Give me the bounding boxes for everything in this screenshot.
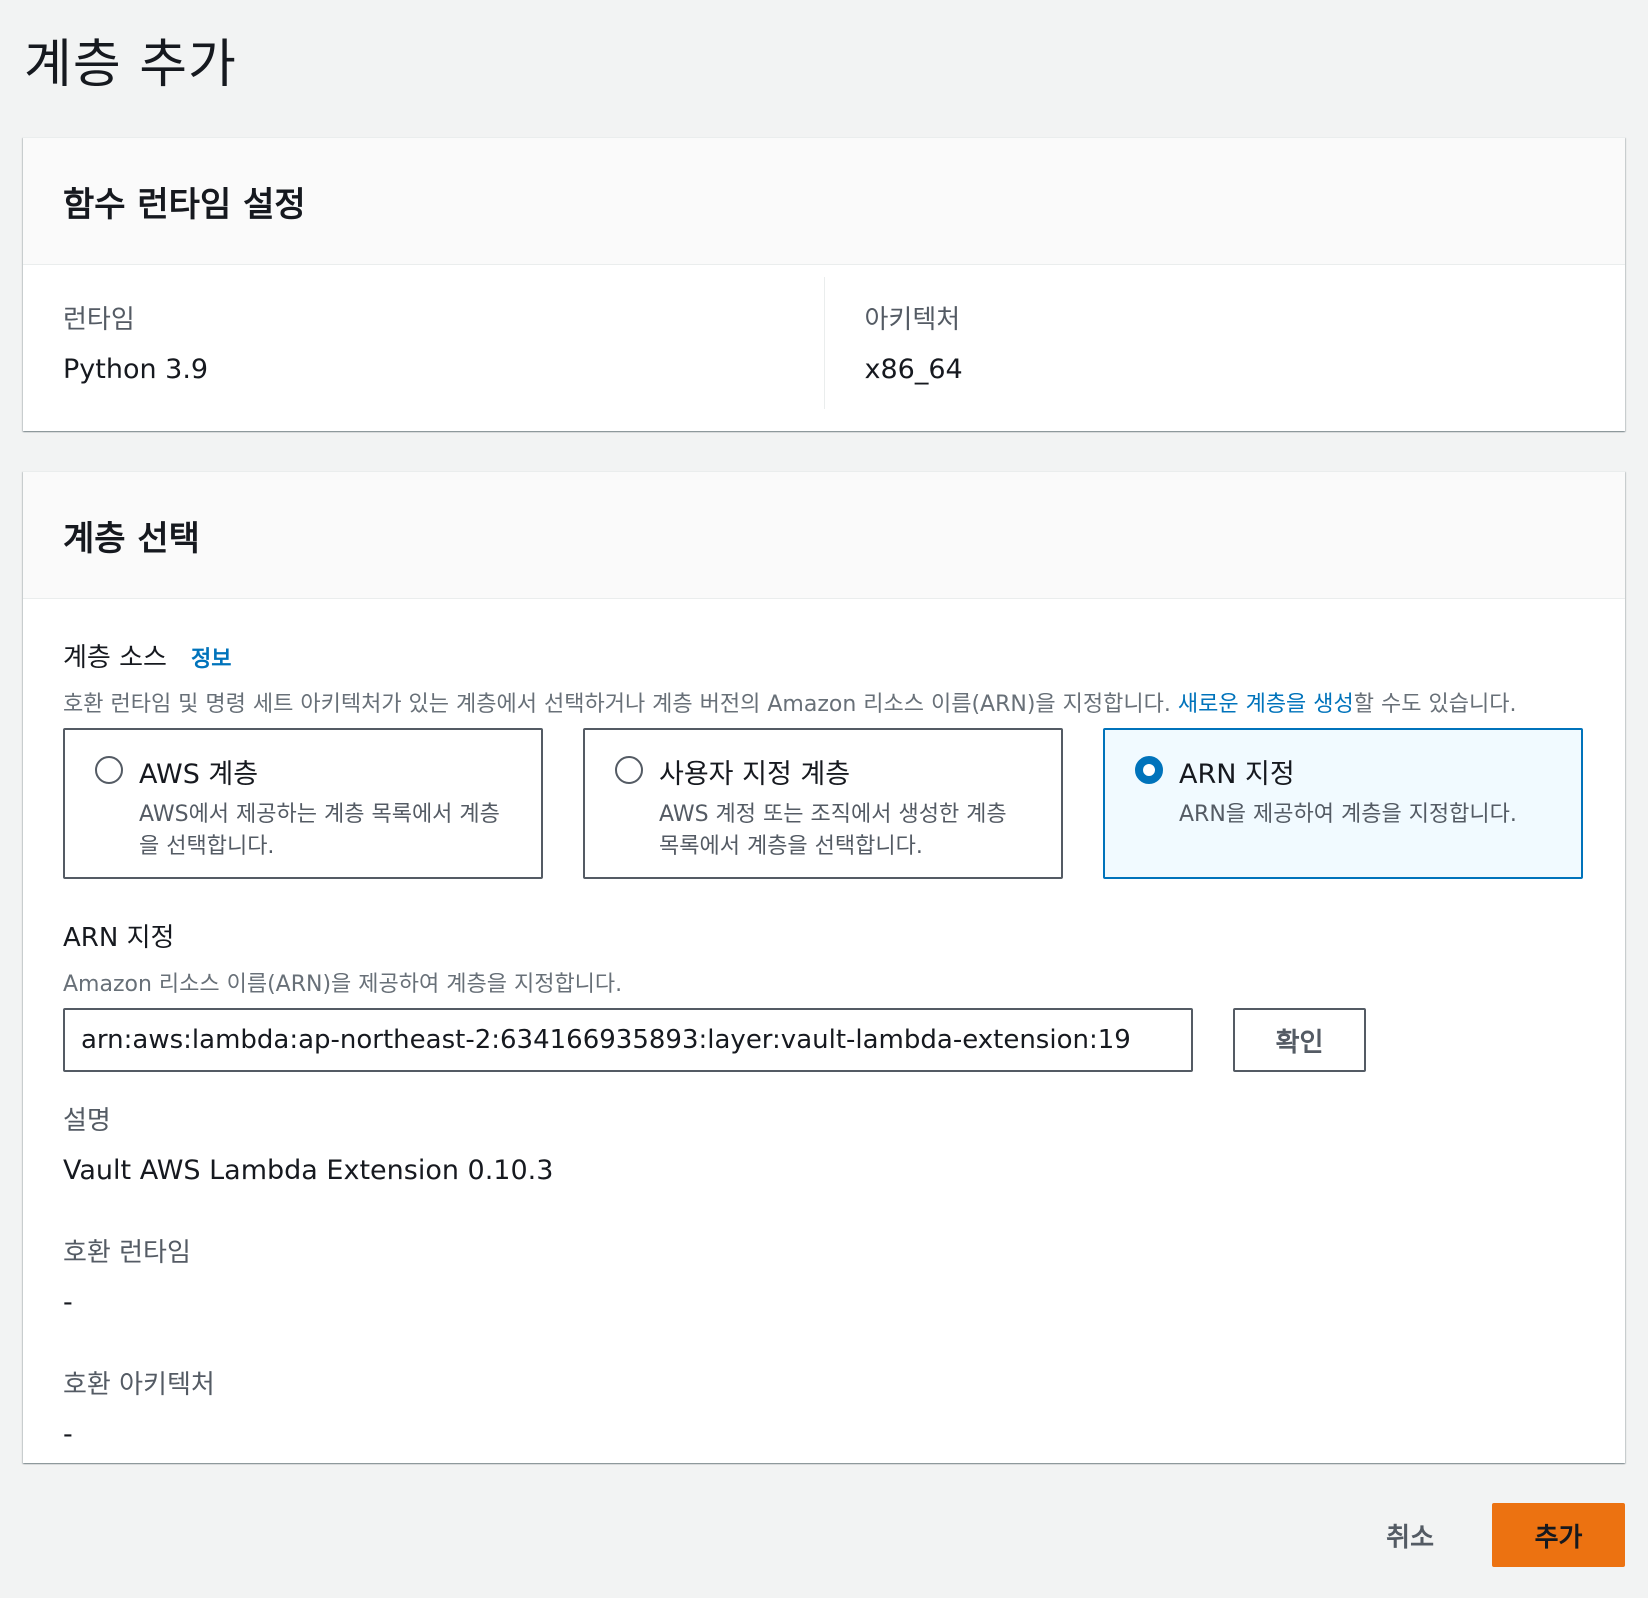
layer-select-card: 계층 선택 계층 소스 정보 호환 런타임 및 명령 세트 아키텍처가 있는 계…	[23, 471, 1625, 1463]
tile-description: AWS 계정 또는 조직에서 생성한 계층 목록에서 계층을 선택합니다.	[659, 799, 1007, 863]
arn-input[interactable]	[63, 1008, 1193, 1072]
architecture-column: 아키텍처 x86_64	[825, 265, 1626, 432]
radio-aws-layers[interactable]	[95, 756, 123, 784]
info-link[interactable]: 정보	[191, 641, 231, 673]
tile-description: AWS에서 제공하는 계층 목록에서 계층 을 선택합니다.	[139, 799, 500, 863]
description-block: 설명 Vault AWS Lambda Extension 0.10.3	[63, 1100, 1585, 1186]
arn-description: Amazon 리소스 이름(ARN)을 제공하여 계층을 지정합니다.	[63, 972, 623, 997]
layer-source-desc-prefix: 호환 런타임 및 명령 세트 아키텍처가 있는 계층에서 선택하거나 계층 버전…	[63, 692, 1178, 717]
description-label: 설명	[63, 1106, 111, 1136]
compatible-runtime-label: 호환 런타임	[63, 1238, 191, 1268]
runtime-label: 런타임	[63, 305, 135, 335]
runtime-settings-card: 함수 런타임 설정 런타임 Python 3.9 아키텍처 x86_64	[23, 137, 1625, 431]
tile-description: ARN을 제공하여 계층을 지정합니다.	[1179, 799, 1517, 831]
layer-select-header: 계층 선택	[23, 472, 1625, 599]
layer-source-tiles: AWS 계층 AWS에서 제공하는 계층 목록에서 계층 을 선택합니다. 사용…	[63, 728, 1585, 879]
tile-specify-arn[interactable]: ARN 지정 ARN을 제공하여 계층을 지정합니다.	[1103, 728, 1583, 879]
runtime-settings-header: 함수 런타임 설정	[23, 138, 1625, 265]
compatible-architecture-label: 호환 아키텍처	[63, 1370, 215, 1400]
confirm-button[interactable]: 확인	[1233, 1008, 1366, 1072]
runtime-settings-grid: 런타임 Python 3.9 아키텍처 x86_64	[23, 265, 1625, 432]
tile-desc-line: 목록에서 계층을 선택합니다.	[659, 834, 923, 859]
radio-custom-layers[interactable]	[615, 756, 643, 784]
layer-source-label: 계층 소스	[63, 643, 167, 673]
layer-select-body: 계층 소스 정보 호환 런타임 및 명령 세트 아키텍처가 있는 계층에서 선택…	[23, 637, 1625, 1450]
compatible-runtime-value: -	[63, 1287, 73, 1318]
architecture-value: x86_64	[864, 354, 963, 385]
tile-custom-layers[interactable]: 사용자 지정 계층 AWS 계정 또는 조직에서 생성한 계층 목록에서 계층을…	[583, 728, 1063, 879]
tile-title: 사용자 지정 계층	[659, 759, 851, 790]
compatible-runtime-block: 호환 런타임 -	[63, 1232, 1585, 1318]
add-button[interactable]: 추가	[1492, 1503, 1625, 1567]
tile-title: ARN 지정	[1179, 759, 1295, 790]
create-new-layer-link[interactable]: 새로운 계층을 생성	[1178, 692, 1354, 717]
runtime-settings-title: 함수 런타임 설정	[63, 184, 306, 225]
footer-actions: 취소 추가	[1366, 1503, 1625, 1567]
tile-desc-line: 을 선택합니다.	[139, 834, 275, 859]
tile-aws-layers[interactable]: AWS 계층 AWS에서 제공하는 계층 목록에서 계층 을 선택합니다.	[63, 728, 543, 879]
layer-source-label-row: 계층 소스 정보	[63, 637, 1585, 674]
arn-row: 확인	[63, 1008, 1585, 1072]
runtime-value: Python 3.9	[63, 354, 209, 385]
architecture-label: 아키텍처	[864, 305, 961, 335]
arn-label: ARN 지정	[63, 923, 175, 953]
description-value: Vault AWS Lambda Extension 0.10.3	[63, 1155, 554, 1186]
radio-specify-arn[interactable]	[1135, 756, 1163, 784]
layer-source-desc-suffix: 할 수도 있습니다.	[1353, 692, 1517, 717]
layer-select-title: 계층 선택	[63, 518, 200, 559]
compatible-architecture-block: 호환 아키텍처 -	[63, 1364, 1585, 1450]
layer-source-description: 호환 런타임 및 명령 세트 아키텍처가 있는 계층에서 선택하거나 계층 버전…	[63, 686, 1585, 718]
tile-desc-line: ARN을 제공하여 계층을 지정합니다.	[1179, 802, 1517, 827]
tile-desc-line: AWS 계정 또는 조직에서 생성한 계층	[659, 802, 1007, 827]
cancel-button[interactable]: 취소	[1366, 1503, 1454, 1567]
tile-text: ARN 지정 ARN을 제공하여 계층을 지정합니다.	[1179, 752, 1517, 877]
tile-text: AWS 계층 AWS에서 제공하는 계층 목록에서 계층 을 선택합니다.	[139, 752, 500, 877]
compatible-architecture-value: -	[63, 1419, 73, 1450]
tile-title: AWS 계층	[139, 759, 259, 790]
tile-text: 사용자 지정 계층 AWS 계정 또는 조직에서 생성한 계층 목록에서 계층을…	[659, 752, 1007, 877]
tile-desc-line: AWS에서 제공하는 계층 목록에서 계층	[139, 802, 500, 827]
runtime-column: 런타임 Python 3.9	[23, 265, 824, 432]
arn-section: ARN 지정 Amazon 리소스 이름(ARN)을 제공하여 계층을 지정합니…	[63, 917, 1585, 1072]
page-title: 계층 추가	[24, 35, 237, 95]
